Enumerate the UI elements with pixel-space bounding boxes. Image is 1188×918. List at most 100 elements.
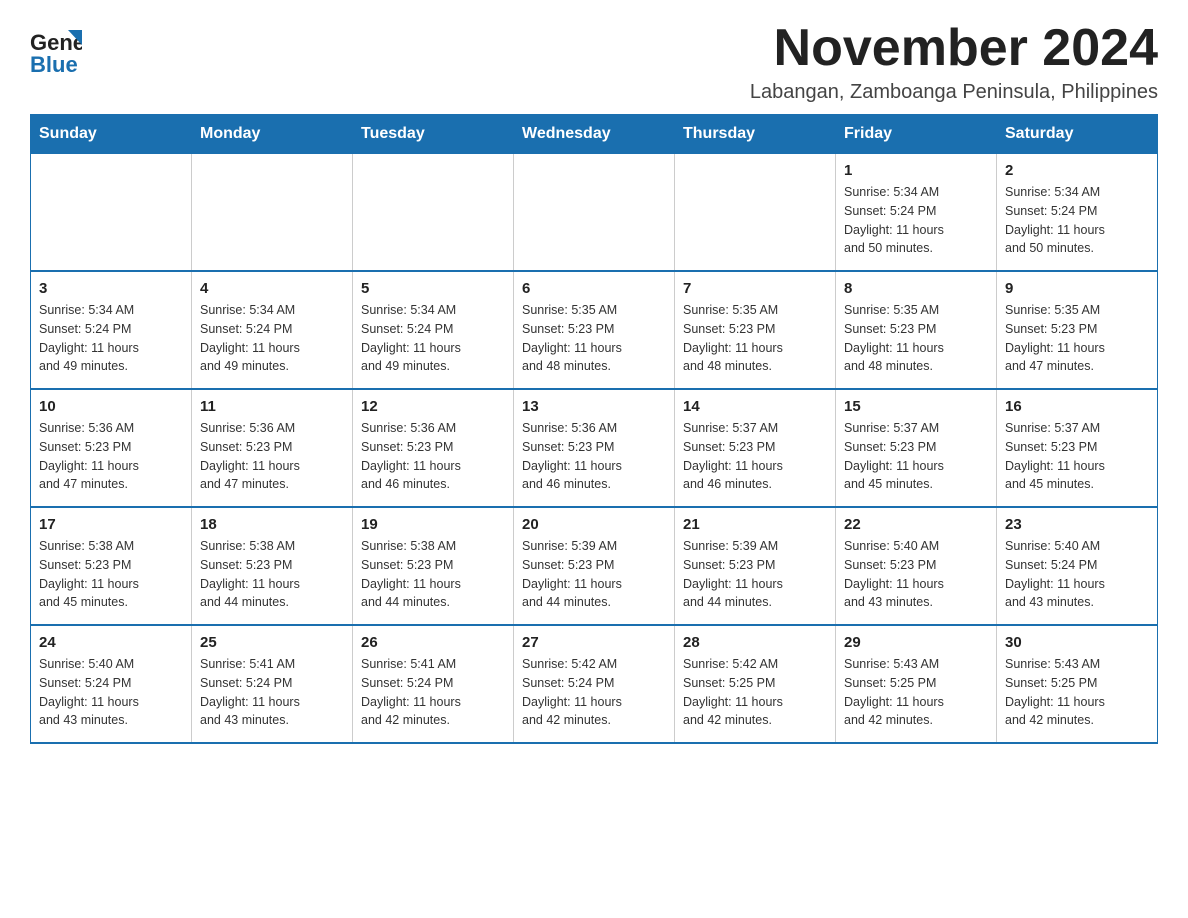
calendar-day-cell: [31, 154, 192, 272]
calendar-day-cell: 29 Sunrise: 5:43 AMSunset: 5:25 PMDayligh…: [836, 625, 997, 743]
logo-area: General Blue: [30, 20, 84, 80]
day-info: Sunrise: 5:35 AMSunset: 5:23 PMDaylight:…: [844, 301, 988, 376]
calendar-day-cell: 9 Sunrise: 5:35 AMSunset: 5:23 PMDaylight…: [997, 271, 1158, 389]
calendar-day-cell: 1Sunrise: 5:34 AMSunset: 5:24 PMDaylight…: [836, 154, 997, 272]
day-number: 16: [1005, 398, 1149, 415]
calendar-day-cell: 13Sunrise: 5:36 AMSunset: 5:23 PMDayligh…: [514, 389, 675, 507]
day-info: Sunrise: 5:36 AMSunset: 5:23 PMDaylight:…: [200, 419, 344, 494]
day-info: Sunrise: 5:40 AMSunset: 5:24 PMDaylight:…: [1005, 537, 1149, 612]
day-info: Sunrise: 5:43 AMSunset: 5:25 PMDaylight:…: [1005, 655, 1149, 730]
calendar-week-row: 17 Sunrise: 5:38 AMSunset: 5:23 PMDayligh…: [31, 507, 1158, 625]
day-info: Sunrise: 5:35 AMSunset: 5:23 PMDaylight:…: [683, 301, 827, 376]
day-info: Sunrise: 5:36 AMSunset: 5:23 PMDaylight:…: [361, 419, 505, 494]
days-of-week-row: SundayMondayTuesdayWednesdayThursdayFrid…: [31, 115, 1158, 154]
day-number: 14: [683, 398, 827, 415]
day-info: Sunrise: 5:37 AMSunset: 5:23 PMDaylight:…: [844, 419, 988, 494]
day-number: 22: [844, 516, 988, 533]
day-number: 21: [683, 516, 827, 533]
day-number: 13: [522, 398, 666, 415]
month-title: November 2024: [750, 20, 1158, 77]
day-number: 9: [1005, 280, 1149, 297]
day-number: 29: [844, 634, 988, 651]
day-number: 12: [361, 398, 505, 415]
logo-icon: General Blue: [30, 20, 82, 80]
day-info: Sunrise: 5:35 AMSunset: 5:23 PMDaylight:…: [1005, 301, 1149, 376]
calendar-day-cell: 22 Sunrise: 5:40 AMSunset: 5:23 PMDayligh…: [836, 507, 997, 625]
calendar-day-cell: [675, 154, 836, 272]
day-number: 18: [200, 516, 344, 533]
day-info: Sunrise: 5:36 AMSunset: 5:23 PMDaylight:…: [39, 419, 183, 494]
calendar-header: SundayMondayTuesdayWednesdayThursdayFrid…: [31, 115, 1158, 154]
day-number: 6: [522, 280, 666, 297]
calendar-day-cell: 21 Sunrise: 5:39 AMSunset: 5:23 PMDayligh…: [675, 507, 836, 625]
calendar-day-cell: 18 Sunrise: 5:38 AMSunset: 5:23 PMDayligh…: [192, 507, 353, 625]
day-number: 30: [1005, 634, 1149, 651]
day-of-week-header: Thursday: [675, 115, 836, 154]
day-number: 2: [1005, 162, 1149, 179]
day-info: Sunrise: 5:41 AMSunset: 5:24 PMDaylight:…: [200, 655, 344, 730]
calendar-day-cell: 16Sunrise: 5:37 AMSunset: 5:23 PMDayligh…: [997, 389, 1158, 507]
calendar-day-cell: [353, 154, 514, 272]
day-info: Sunrise: 5:34 AMSunset: 5:24 PMDaylight:…: [39, 301, 183, 376]
day-number: 25: [200, 634, 344, 651]
day-number: 23: [1005, 516, 1149, 533]
day-info: Sunrise: 5:37 AMSunset: 5:23 PMDaylight:…: [683, 419, 827, 494]
day-number: 17: [39, 516, 183, 533]
day-of-week-header: Tuesday: [353, 115, 514, 154]
day-of-week-header: Saturday: [997, 115, 1158, 154]
calendar-week-row: 24Sunrise: 5:40 AMSunset: 5:24 PMDayligh…: [31, 625, 1158, 743]
day-number: 8: [844, 280, 988, 297]
day-number: 10: [39, 398, 183, 415]
calendar-week-row: 1Sunrise: 5:34 AMSunset: 5:24 PMDaylight…: [31, 154, 1158, 272]
calendar-day-cell: [514, 154, 675, 272]
calendar-day-cell: 28 Sunrise: 5:42 AMSunset: 5:25 PMDayligh…: [675, 625, 836, 743]
calendar-day-cell: 27Sunrise: 5:42 AMSunset: 5:24 PMDayligh…: [514, 625, 675, 743]
day-info: Sunrise: 5:41 AMSunset: 5:24 PMDaylight:…: [361, 655, 505, 730]
day-number: 27: [522, 634, 666, 651]
day-info: Sunrise: 5:42 AMSunset: 5:25 PMDaylight:…: [683, 655, 827, 730]
calendar-day-cell: [192, 154, 353, 272]
day-number: 11: [200, 398, 344, 415]
calendar-week-row: 10 Sunrise: 5:36 AMSunset: 5:23 PMDayligh…: [31, 389, 1158, 507]
page-header: General Blue November 2024 Labangan, Zam…: [30, 20, 1158, 104]
calendar-day-cell: 4 Sunrise: 5:34 AMSunset: 5:24 PMDaylight…: [192, 271, 353, 389]
day-info: Sunrise: 5:34 AMSunset: 5:24 PMDaylight:…: [1005, 183, 1149, 258]
calendar-day-cell: 17 Sunrise: 5:38 AMSunset: 5:23 PMDayligh…: [31, 507, 192, 625]
calendar-day-cell: 23 Sunrise: 5:40 AMSunset: 5:24 PMDayligh…: [997, 507, 1158, 625]
calendar-day-cell: 2 Sunrise: 5:34 AMSunset: 5:24 PMDaylight…: [997, 154, 1158, 272]
calendar-body: 1Sunrise: 5:34 AMSunset: 5:24 PMDaylight…: [31, 154, 1158, 744]
day-info: Sunrise: 5:34 AMSunset: 5:24 PMDaylight:…: [200, 301, 344, 376]
title-area: November 2024 Labangan, Zamboanga Penins…: [750, 20, 1158, 104]
calendar-day-cell: 24Sunrise: 5:40 AMSunset: 5:24 PMDayligh…: [31, 625, 192, 743]
day-number: 5: [361, 280, 505, 297]
day-info: Sunrise: 5:39 AMSunset: 5:23 PMDaylight:…: [522, 537, 666, 612]
day-number: 4: [200, 280, 344, 297]
calendar-day-cell: 10 Sunrise: 5:36 AMSunset: 5:23 PMDayligh…: [31, 389, 192, 507]
calendar-day-cell: 25 Sunrise: 5:41 AMSunset: 5:24 PMDayligh…: [192, 625, 353, 743]
day-info: Sunrise: 5:40 AMSunset: 5:23 PMDaylight:…: [844, 537, 988, 612]
calendar-day-cell: 6Sunrise: 5:35 AMSunset: 5:23 PMDaylight…: [514, 271, 675, 389]
day-info: Sunrise: 5:39 AMSunset: 5:23 PMDaylight:…: [683, 537, 827, 612]
calendar-table: SundayMondayTuesdayWednesdayThursdayFrid…: [30, 114, 1158, 744]
calendar-day-cell: 3Sunrise: 5:34 AMSunset: 5:24 PMDaylight…: [31, 271, 192, 389]
day-number: 26: [361, 634, 505, 651]
calendar-day-cell: 15 Sunrise: 5:37 AMSunset: 5:23 PMDayligh…: [836, 389, 997, 507]
day-info: Sunrise: 5:38 AMSunset: 5:23 PMDaylight:…: [200, 537, 344, 612]
calendar-day-cell: 11 Sunrise: 5:36 AMSunset: 5:23 PMDayligh…: [192, 389, 353, 507]
day-info: Sunrise: 5:38 AMSunset: 5:23 PMDaylight:…: [361, 537, 505, 612]
day-of-week-header: Friday: [836, 115, 997, 154]
day-number: 7: [683, 280, 827, 297]
day-info: Sunrise: 5:43 AMSunset: 5:25 PMDaylight:…: [844, 655, 988, 730]
day-number: 19: [361, 516, 505, 533]
calendar-day-cell: 30 Sunrise: 5:43 AMSunset: 5:25 PMDayligh…: [997, 625, 1158, 743]
calendar-day-cell: 19 Sunrise: 5:38 AMSunset: 5:23 PMDayligh…: [353, 507, 514, 625]
location-subtitle: Labangan, Zamboanga Peninsula, Philippin…: [750, 81, 1158, 104]
day-of-week-header: Monday: [192, 115, 353, 154]
day-number: 28: [683, 634, 827, 651]
calendar-day-cell: 12 Sunrise: 5:36 AMSunset: 5:23 PMDayligh…: [353, 389, 514, 507]
day-of-week-header: Sunday: [31, 115, 192, 154]
day-number: 15: [844, 398, 988, 415]
day-info: Sunrise: 5:38 AMSunset: 5:23 PMDaylight:…: [39, 537, 183, 612]
day-info: Sunrise: 5:34 AMSunset: 5:24 PMDaylight:…: [844, 183, 988, 258]
calendar-day-cell: 20Sunrise: 5:39 AMSunset: 5:23 PMDayligh…: [514, 507, 675, 625]
